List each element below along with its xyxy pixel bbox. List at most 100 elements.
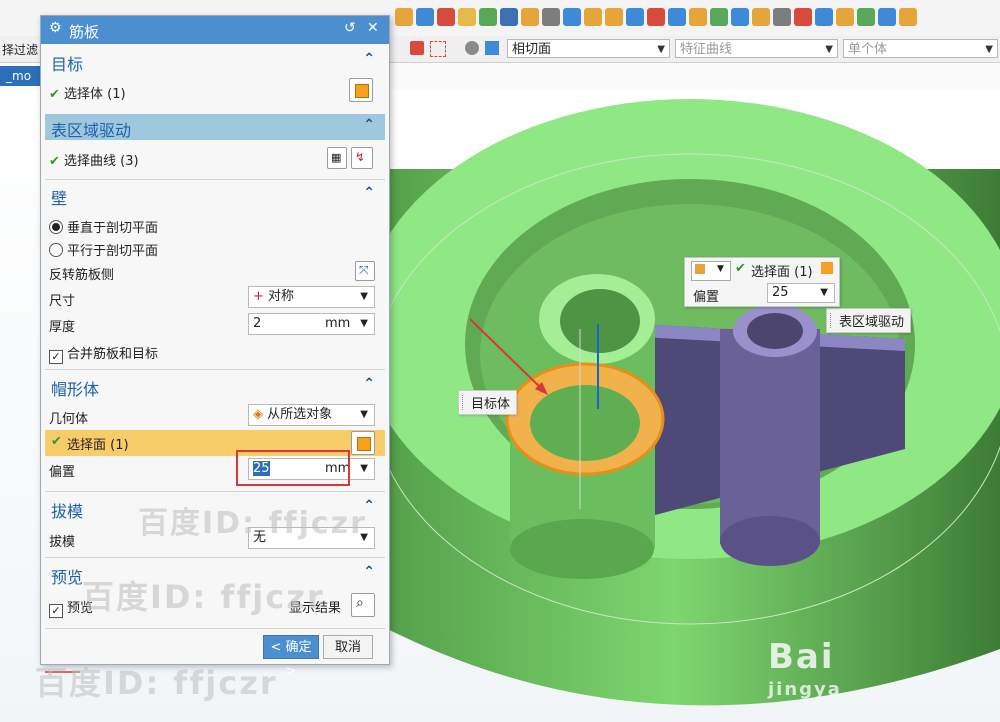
dialog-title-bar: ⚙ 筋板 ↺ ✕ [41, 16, 389, 44]
tool-icon[interactable] [668, 8, 686, 26]
tool-icon[interactable] [521, 8, 539, 26]
size-label: 尺寸 [49, 294, 76, 309]
chevron-up-icon: ⌃ [363, 564, 375, 580]
curve-select-button[interactable]: ↯ [351, 147, 373, 169]
rib-dialog: ⚙ 筋板 ↺ ✕ 目标 ⌃ ✔ 选择体 (1) 表区域驱动 ⌃ ✔ 选择曲线 (… [40, 15, 390, 679]
tool-icon[interactable] [416, 8, 434, 26]
baidu-watermark-sub: jingya [768, 679, 842, 700]
tool-icon[interactable] [878, 8, 896, 26]
curve-icon: ↯ [355, 150, 366, 164]
chevron-up-icon: ⌃ [363, 117, 375, 133]
tool-icon[interactable] [857, 8, 875, 26]
size-select[interactable]: + 对称 ▼ [248, 286, 375, 308]
tab-model[interactable]: _mo [0, 66, 42, 86]
snap-icon[interactable] [410, 41, 424, 55]
gear-icon[interactable]: ⚙ [49, 20, 62, 36]
body-rule-select[interactable]: 单个体 ▼ [843, 39, 998, 58]
sketch-section-button[interactable]: ▦ [327, 147, 347, 169]
draft-label: 拔模 [49, 535, 76, 550]
tool-icon[interactable] [689, 8, 707, 26]
chevron-down-icon: ▼ [360, 318, 368, 329]
select-face-button[interactable] [351, 431, 375, 455]
face-select-icon[interactable] [465, 41, 479, 55]
select-curve-row[interactable]: ✔ 选择曲线 (3) [49, 150, 139, 169]
select-body-button[interactable] [349, 78, 373, 102]
tool-icon[interactable] [626, 8, 644, 26]
thickness-input[interactable]: 2 mm ▼ [248, 313, 375, 335]
popup-select-face-label: 选择面 (1) [751, 265, 813, 280]
face-filter-dropdown[interactable]: ▼ [691, 261, 731, 281]
plus-icon: + [253, 289, 264, 304]
body-select-icon[interactable] [485, 41, 499, 55]
onscreen-input-popup: ▼ ✔ 选择面 (1) 偏置 25 ▼ [684, 257, 840, 307]
reverse-side-button[interactable]: ⤧ [355, 261, 375, 281]
tool-icon[interactable] [794, 8, 812, 26]
merge-checkbox[interactable]: ✓ 合并筋板和目标 [49, 343, 158, 364]
thickness-label: 厚度 [49, 320, 76, 335]
tool-icon[interactable] [605, 8, 623, 26]
tool-icon[interactable] [458, 8, 476, 26]
face-rule-select[interactable]: 相切面 ▼ [507, 39, 670, 58]
offset-label: 偏置 [49, 465, 76, 480]
popup-offset-input[interactable]: 25 ▼ [767, 283, 835, 303]
tool-icon[interactable] [773, 8, 791, 26]
tool-icon[interactable] [395, 8, 413, 26]
target-body-label: 目标体 [458, 390, 518, 415]
baidu-watermark: 百度ID: ffjczr [35, 664, 278, 702]
surface-drive-label: 表区域驱动 [826, 308, 912, 333]
popup-offset-label: 偏置 [693, 290, 720, 305]
cancel-button[interactable]: 取消 [323, 635, 373, 659]
section-wall-header[interactable]: 壁 ⌃ [45, 182, 385, 208]
cube-icon [357, 437, 371, 451]
baidu-watermark: 百度ID: ffjczr [82, 578, 325, 616]
check-icon: ✔ [51, 434, 62, 449]
reset-icon[interactable]: ↺ [344, 20, 356, 36]
tool-icon[interactable] [899, 8, 917, 26]
chevron-down-icon: ▼ [360, 291, 368, 302]
section-target-header[interactable]: 目标 ⌃ [45, 48, 385, 74]
close-icon[interactable]: ✕ [367, 20, 379, 36]
chevron-up-icon: ⌃ [363, 51, 375, 67]
radio-button-icon [49, 220, 63, 234]
section-cap-header[interactable]: 帽形体 ⌃ [45, 373, 385, 399]
tool-icon[interactable] [836, 8, 854, 26]
radio-parallel[interactable]: 平行于剖切平面 [49, 240, 158, 259]
show-result-button[interactable]: ⌕ [351, 593, 375, 617]
sketch-icon: ▦ [331, 151, 342, 164]
geometry-label: 几何体 [49, 412, 89, 427]
geometry-select[interactable]: ◈ 从所选对象 ▼ [248, 404, 375, 426]
radio-button-icon [49, 243, 63, 257]
curve-rule-select[interactable]: 特征曲线 ▼ [675, 39, 838, 58]
tool-icon[interactable] [731, 8, 749, 26]
check-icon: ✔ [49, 87, 60, 102]
section-surface-drive-header[interactable]: 表区域驱动 ⌃ [45, 114, 385, 140]
chevron-down-icon: ▼ [985, 44, 993, 55]
chevron-down-icon: ▼ [825, 44, 833, 55]
face-icon: ◈ [253, 407, 263, 422]
tool-icon[interactable] [815, 8, 833, 26]
reverse-icon: ⤧ [359, 263, 369, 277]
tool-icon[interactable] [752, 8, 770, 26]
face-select-icon[interactable] [821, 262, 833, 274]
baidu-watermark: Bai [768, 637, 835, 677]
cube-icon [355, 84, 369, 98]
offset-highlight-box [236, 450, 350, 486]
tool-icon[interactable] [563, 8, 581, 26]
tool-icon[interactable] [500, 8, 518, 26]
tool-icon[interactable] [479, 8, 497, 26]
select-body-row[interactable]: ✔ 选择体 (1) [49, 83, 126, 102]
checkbox-checked-icon: ✓ [49, 604, 63, 618]
ok-button[interactable]: < 确定 > [263, 635, 319, 679]
tool-icon[interactable] [710, 8, 728, 26]
box-select-icon[interactable] [430, 41, 446, 57]
tool-icon[interactable] [584, 8, 602, 26]
chevron-up-icon: ⌃ [363, 185, 375, 201]
tool-icon[interactable] [647, 8, 665, 26]
dialog-title: 筋板 [69, 23, 100, 41]
chevron-down-icon: ▼ [360, 409, 368, 420]
tool-icon[interactable] [437, 8, 455, 26]
tool-icon[interactable] [542, 8, 560, 26]
chevron-down-icon: ▼ [360, 463, 368, 474]
radio-perpendicular[interactable]: 垂直于剖切平面 [49, 217, 158, 236]
check-icon: ✔ [735, 261, 746, 276]
